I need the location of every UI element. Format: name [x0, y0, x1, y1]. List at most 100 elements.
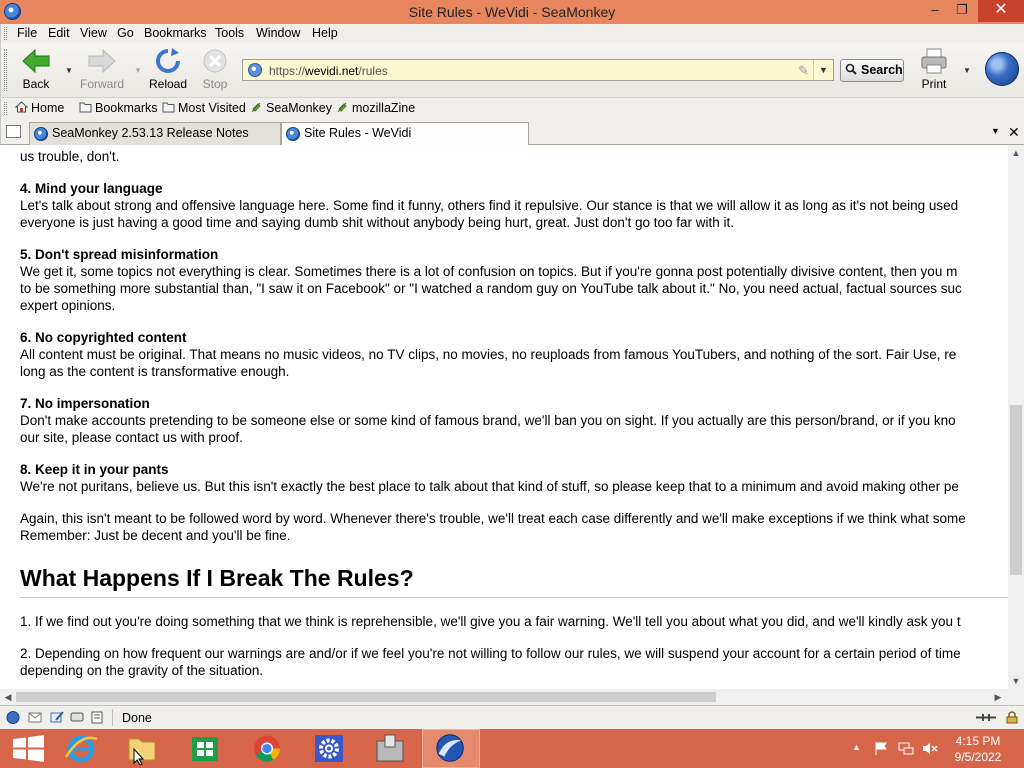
minimize-button[interactable]: – — [920, 0, 950, 22]
rule-section: 8. Keep it in your pants We're not purita… — [20, 461, 1008, 495]
url-history-dropdown[interactable]: ▼ — [813, 60, 833, 80]
print-dropdown[interactable]: ▼ — [963, 66, 971, 75]
composer-icon[interactable] — [50, 711, 64, 724]
wevidi-favicon-icon — [286, 127, 300, 141]
edit-bookmark-pen-icon[interactable]: ✎ — [798, 63, 809, 79]
taskbar-program[interactable] — [361, 729, 419, 768]
seamonkey-bookmark[interactable]: SeaMonkey — [250, 101, 332, 115]
rule-text-line: Don't make accounts pretending to be som… — [20, 413, 956, 428]
search-button[interactable]: Search — [840, 59, 904, 82]
menu-go[interactable]: Go — [117, 26, 134, 40]
most-visited-folder[interactable]: Most Visited — [162, 101, 246, 115]
site-identity-globe-icon[interactable] — [248, 63, 262, 77]
mozillazine-bookmark[interactable]: mozillaZine — [336, 101, 415, 115]
navigator-globe-icon[interactable] — [6, 711, 20, 724]
tab-site-rules[interactable]: Site Rules - WeVidi — [281, 122, 529, 146]
action-center-flag-icon[interactable] — [874, 741, 888, 756]
menu-view[interactable]: View — [80, 26, 107, 40]
rule-text-line: everyone is just having a good time and … — [20, 215, 734, 230]
close-tab-icon[interactable]: ✕ — [1008, 124, 1020, 141]
stop-label: Stop — [202, 77, 228, 91]
toolbar-grip[interactable] — [4, 27, 7, 40]
vertical-scroll-thumb[interactable] — [1010, 405, 1022, 575]
reload-button[interactable]: Reload — [147, 47, 189, 91]
search-label: Search — [861, 63, 903, 77]
network-icon[interactable] — [898, 741, 914, 756]
url-text[interactable]: https://wevidi.net/rules — [269, 64, 388, 78]
forward-history-dropdown[interactable]: ▼ — [134, 66, 142, 75]
mozillazine-bookmark-label: mozillaZine — [352, 101, 416, 115]
toolbar-grip[interactable] — [4, 102, 7, 115]
bookmark-leaf-icon — [251, 102, 261, 113]
menu-file[interactable]: File — [17, 26, 37, 40]
rule-title: 4. Mind your language — [20, 181, 163, 196]
search-icon — [845, 63, 857, 75]
show-hidden-icons-icon[interactable]: ▲ — [852, 742, 861, 752]
taskbar-chrome[interactable] — [238, 729, 296, 768]
closing-line: Remember: Just be decent and you'll be f… — [20, 528, 291, 543]
mail-icon[interactable] — [28, 711, 42, 724]
seamonkey-throbber-icon[interactable] — [985, 52, 1019, 86]
taskbar-settings[interactable] — [300, 729, 358, 768]
internet-explorer-icon — [64, 735, 98, 763]
start-button[interactable] — [0, 729, 58, 768]
status-bar: Done — [0, 705, 1024, 729]
irc-chat-icon[interactable] — [70, 711, 84, 724]
folder-icon — [79, 102, 92, 113]
bookmarks-menu-button[interactable]: Bookmarks — [79, 101, 158, 115]
taskbar-internet-explorer[interactable] — [52, 729, 110, 768]
new-tab-icon[interactable] — [6, 125, 21, 138]
print-button[interactable]: Print — [915, 47, 953, 91]
status-separator — [112, 709, 113, 726]
menu-help[interactable]: Help — [312, 26, 338, 40]
menu-window[interactable]: Window — [256, 26, 300, 40]
scroll-left-arrow-icon[interactable]: ◀ — [0, 689, 16, 705]
scroll-right-arrow-icon[interactable]: ▶ — [990, 689, 1006, 705]
menu-tools[interactable]: Tools — [215, 26, 244, 40]
forward-button[interactable]: Forward — [77, 47, 127, 91]
system-clock[interactable]: 4:15 PM 9/5/2022 — [948, 733, 1008, 765]
toolbar-grip[interactable] — [4, 49, 7, 91]
consequence-line: depending on the gravity of the situatio… — [20, 663, 264, 678]
address-book-icon[interactable] — [90, 711, 104, 724]
seamonkey-icon — [436, 734, 464, 762]
volume-muted-icon[interactable] — [922, 741, 938, 756]
back-history-dropdown[interactable]: ▼ — [65, 66, 73, 75]
title-bar: Site Rules - WeVidi - SeaMonkey – ❐ ✕ — [0, 0, 1024, 24]
security-lock-icon[interactable] — [1005, 711, 1019, 724]
window-title: Site Rules - WeVidi - SeaMonkey — [408, 4, 616, 20]
rule-text-line: long as the content is transformative en… — [20, 364, 290, 379]
horizontal-scrollbar[interactable]: ◀ ▶ — [0, 689, 1008, 705]
taskbar-store[interactable] — [176, 729, 234, 768]
menu-bookmarks[interactable]: Bookmarks — [144, 26, 207, 40]
stop-button[interactable]: Stop — [197, 47, 233, 91]
back-button[interactable]: Back — [17, 47, 55, 91]
page-content: us trouble, don't. 4. Mind your language… — [0, 145, 1008, 689]
tab-release-notes[interactable]: SeaMonkey 2.53.13 Release Notes — [29, 122, 281, 145]
online-status-icon[interactable] — [975, 711, 997, 724]
home-bookmark[interactable]: Home — [15, 101, 64, 115]
reload-icon — [156, 48, 180, 73]
close-button[interactable]: ✕ — [978, 0, 1024, 22]
rule-section: 4. Mind your language Let's talk about st… — [20, 180, 1008, 231]
maximize-button[interactable]: ❐ — [947, 0, 977, 22]
taskbar-seamonkey[interactable] — [422, 729, 480, 768]
rule-title: 6. No copyrighted content — [20, 330, 187, 345]
closing-paragraph: Again, this isn't meant to be followed w… — [20, 510, 1008, 544]
taskbar-file-explorer[interactable] — [113, 729, 171, 768]
scroll-down-arrow-icon[interactable]: ▼ — [1008, 673, 1024, 689]
url-bar[interactable]: https://wevidi.net/rules ✎ ▼ — [242, 59, 834, 81]
rule-text-line: We get it, some topics not everything is… — [20, 264, 958, 279]
scroll-up-arrow-icon[interactable]: ▲ — [1008, 145, 1024, 161]
vertical-scrollbar[interactable]: ▲ ▼ — [1008, 145, 1024, 689]
horizontal-scroll-thumb[interactable] — [16, 692, 716, 702]
rule-title: 8. Keep it in your pants — [20, 462, 169, 477]
section-heading: What Happens If I Break The Rules? — [20, 564, 1008, 598]
menu-edit[interactable]: Edit — [48, 26, 70, 40]
file-explorer-folder-icon — [128, 738, 156, 766]
status-text: Done — [122, 711, 152, 725]
home-label: Home — [31, 101, 65, 115]
tab-list-dropdown[interactable]: ▼ — [991, 126, 1000, 136]
tab-label: Site Rules - WeVidi — [304, 126, 412, 140]
consequence-paragraph: 2. Depending on how frequent our warning… — [20, 645, 1008, 679]
